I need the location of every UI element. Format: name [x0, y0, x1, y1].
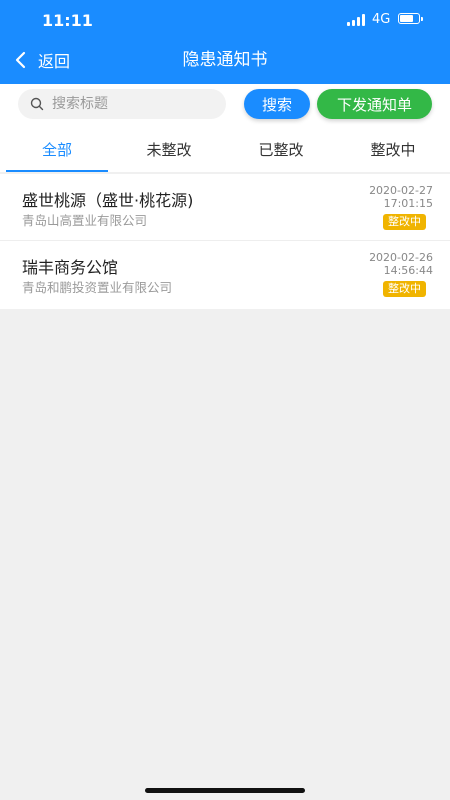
search-button[interactable]: 搜索 — [244, 89, 310, 119]
status-tabs: 全部 未整改 已整改 整改中 — [0, 128, 450, 172]
search-bar: 搜索 下发通知单 — [0, 84, 450, 128]
status-time: 11:11 — [42, 11, 93, 30]
list-item[interactable]: 瑞丰商务公馆 青岛和鹏投资置业有限公司 2020-02-26 14:56:44 … — [0, 241, 450, 309]
search-icon — [30, 97, 44, 111]
item-name: 盛世桃源（盛世·桃花源) — [22, 191, 194, 210]
item-company: 青岛和鹏投资置业有限公司 — [22, 280, 173, 295]
tab-not-rectified[interactable]: 未整改 — [118, 128, 220, 172]
status-badge: 整改中 — [383, 281, 426, 297]
signal-icon — [347, 14, 367, 26]
item-date: 2020-02-26 — [369, 251, 433, 264]
item-timestamp: 2020-02-27 17:01:15 — [353, 184, 433, 210]
status-badge: 整改中 — [383, 214, 426, 230]
item-timestamp: 2020-02-26 14:56:44 — [353, 251, 433, 277]
item-time: 14:56:44 — [383, 264, 433, 277]
item-company: 青岛山高置业有限公司 — [22, 213, 148, 228]
item-time: 17:01:15 — [383, 197, 433, 210]
issue-notice-button[interactable]: 下发通知单 — [317, 89, 432, 119]
app-header: 11:11 4G 隐患通知书 返回 — [0, 0, 450, 84]
status-bar: 11:11 4G — [0, 0, 450, 40]
back-arrow-icon — [15, 51, 26, 69]
search-box[interactable] — [18, 89, 226, 119]
tab-all[interactable]: 全部 — [6, 128, 108, 172]
notice-list: 盛世桃源（盛世·桃花源) 青岛山高置业有限公司 2020-02-27 17:01… — [0, 174, 450, 309]
item-name: 瑞丰商务公馆 — [22, 258, 119, 277]
battery-icon — [398, 13, 423, 24]
back-label: 返回 — [38, 52, 71, 71]
back-button[interactable]: 返回 — [14, 48, 70, 72]
tab-rectifying[interactable]: 整改中 — [342, 128, 444, 172]
home-indicator — [145, 788, 305, 793]
item-date: 2020-02-27 — [369, 184, 433, 197]
tab-rectified[interactable]: 已整改 — [230, 128, 332, 172]
list-item[interactable]: 盛世桃源（盛世·桃花源) 青岛山高置业有限公司 2020-02-27 17:01… — [0, 174, 450, 241]
search-input[interactable] — [50, 95, 214, 113]
network-type: 4G — [372, 12, 391, 27]
